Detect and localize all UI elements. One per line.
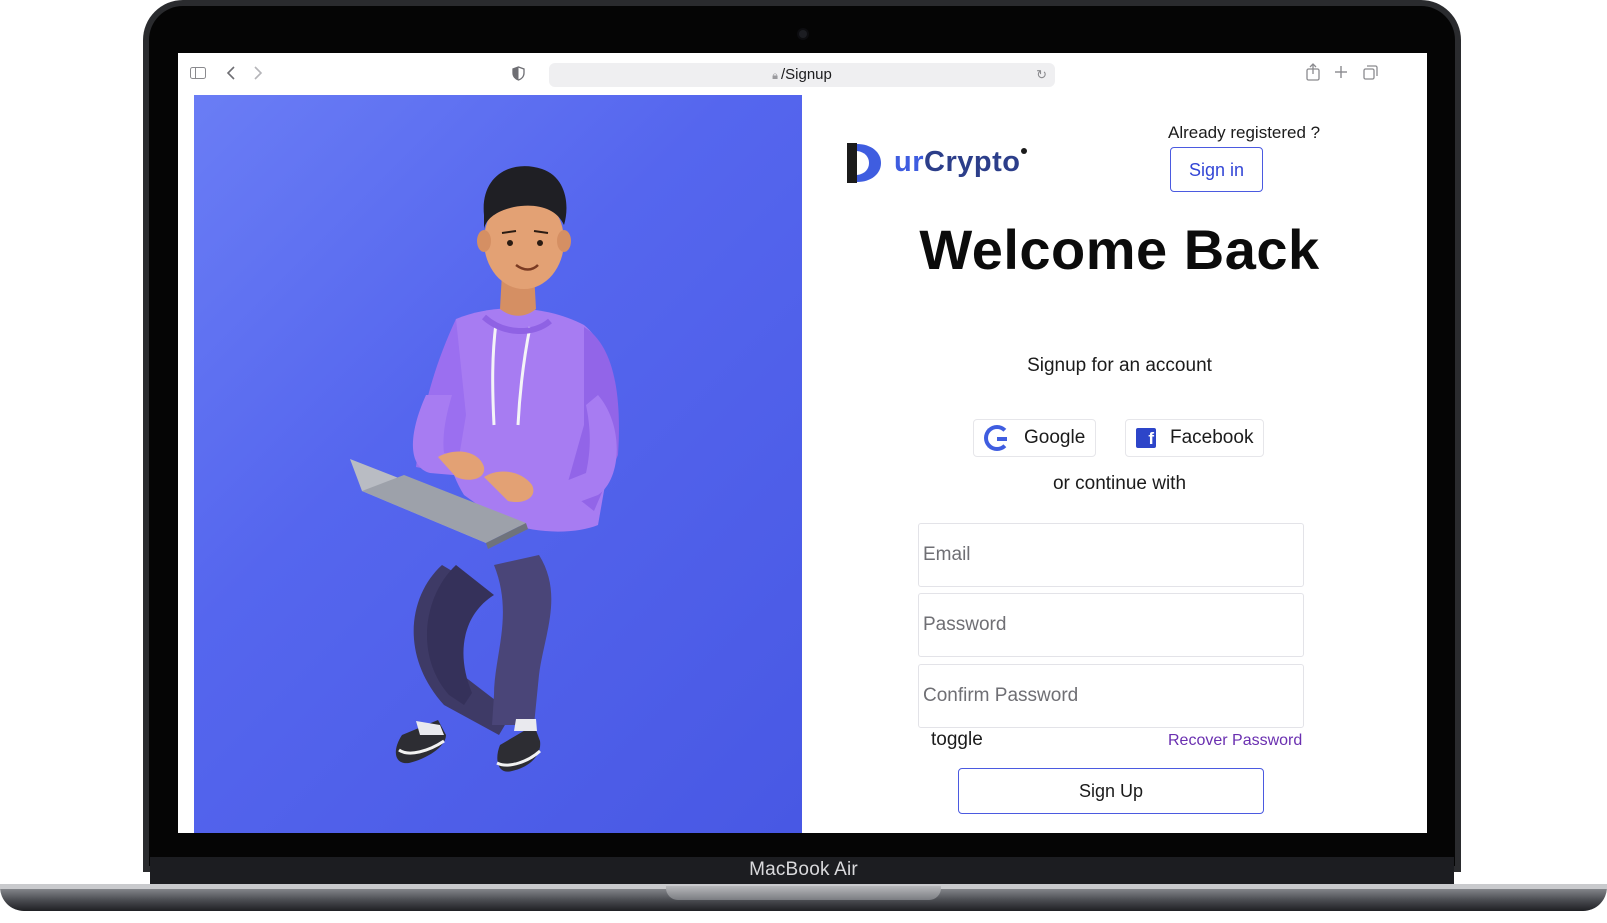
facebook-signin-button[interactable]: f Facebook [1125, 419, 1265, 457]
new-tab-icon[interactable] [1334, 65, 1348, 79]
shield-icon[interactable] [512, 66, 525, 81]
google-signin-button[interactable]: Google [973, 419, 1097, 457]
back-icon[interactable] [226, 66, 236, 80]
laptop-hinge-notch [666, 886, 941, 900]
forward-icon[interactable] [253, 66, 263, 80]
google-label: Google [1024, 427, 1086, 448]
hero-illustration-panel [194, 95, 802, 833]
brand-name: urCrypto [894, 146, 1020, 179]
url-text: /Signup [780, 66, 832, 83]
google-icon [984, 425, 1010, 451]
password-visibility-toggle[interactable]: toggle [931, 729, 983, 751]
page-subtitle: Signup for an account [1027, 355, 1212, 376]
signup-panel: urCrypto Already registered ? Sign in We… [802, 95, 1427, 833]
password-field[interactable] [918, 593, 1304, 657]
reload-icon[interactable]: ↻ [1036, 63, 1047, 87]
facebook-icon: f [1136, 428, 1156, 448]
browser-window: 🔒︎/Signup ↻ urCrypto Already registered … [178, 53, 1427, 833]
recover-password-link[interactable]: Recover Password [1168, 732, 1302, 750]
lock-icon: 🔒︎ [772, 70, 778, 82]
brand-name-prefix: ur [894, 146, 924, 178]
email-field[interactable] [918, 523, 1304, 587]
device-model-label: MacBook Air [749, 859, 858, 880]
brand-dot [1021, 148, 1027, 154]
person-with-laptop-illustration [350, 166, 619, 772]
sidebar-icon[interactable] [190, 67, 206, 79]
brand-logo-icon [847, 143, 881, 183]
already-registered-text: Already registered ? [1168, 123, 1321, 142]
sign-in-button[interactable]: Sign in [1170, 147, 1263, 192]
sign-up-button[interactable]: Sign Up [958, 768, 1264, 814]
confirm-password-field[interactable] [918, 664, 1304, 728]
facebook-label: Facebook [1170, 427, 1254, 448]
browser-toolbar: 🔒︎/Signup ↻ [178, 53, 1427, 95]
page-title: Welcome Back [919, 218, 1320, 281]
tabs-icon[interactable] [1363, 65, 1378, 80]
divider-text: or continue with [1052, 473, 1187, 494]
brand-name-suffix: Crypto [924, 146, 1021, 178]
camera-icon [799, 30, 807, 38]
address-bar[interactable]: 🔒︎/Signup ↻ [549, 63, 1055, 87]
share-icon[interactable] [1306, 63, 1320, 81]
